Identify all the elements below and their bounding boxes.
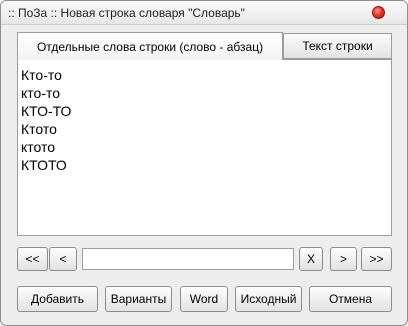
next-button[interactable]: > xyxy=(330,247,357,271)
first-button[interactable]: << xyxy=(17,247,48,271)
last-button[interactable]: >> xyxy=(361,247,392,271)
list-item: КТОТО xyxy=(21,157,67,173)
cancel-button[interactable]: Отмена xyxy=(309,286,392,312)
word-button[interactable]: Word xyxy=(180,286,228,312)
tab-separate-words[interactable]: Отдельные слова строки (слово - абзац) xyxy=(17,32,283,60)
list-item: ктото xyxy=(21,139,56,155)
list-item: кто-то xyxy=(21,85,61,101)
list-item: КТО-ТО xyxy=(21,103,72,119)
dialog-window: :: ПоЗа :: Новая строка словаря "Словарь… xyxy=(0,0,408,326)
navigation-input[interactable] xyxy=(82,248,294,270)
title-bar[interactable]: :: ПоЗа :: Новая строка словаря "Словарь… xyxy=(1,1,407,25)
tab-line-text[interactable]: Текст строки xyxy=(283,33,392,59)
list-item: Кто-то xyxy=(21,67,62,83)
clear-button[interactable]: X xyxy=(299,247,323,271)
close-icon[interactable] xyxy=(372,6,385,19)
words-list[interactable]: Кто-то кто-то КТО-ТО Ктото ктото КТОТО xyxy=(17,59,392,236)
variants-button[interactable]: Варианты xyxy=(105,286,172,312)
list-item: Ктото xyxy=(21,121,57,137)
original-button[interactable]: Исходный xyxy=(235,286,302,312)
add-button[interactable]: Добавить xyxy=(17,286,98,312)
window-title: :: ПоЗа :: Новая строка словаря "Словарь… xyxy=(8,6,245,20)
prev-button[interactable]: < xyxy=(49,247,77,271)
